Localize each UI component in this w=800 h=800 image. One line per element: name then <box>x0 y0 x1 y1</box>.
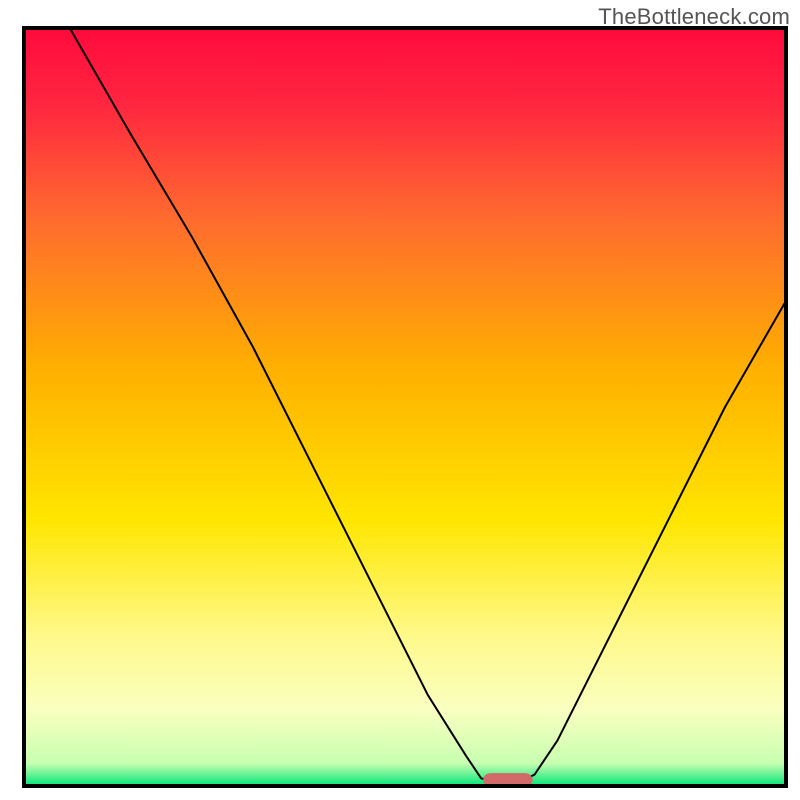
figure-root: TheBottleneck.com <box>0 0 800 800</box>
watermark-text: TheBottleneck.com <box>598 4 790 30</box>
plot-background <box>24 28 786 786</box>
bottleneck-chart <box>0 0 800 800</box>
